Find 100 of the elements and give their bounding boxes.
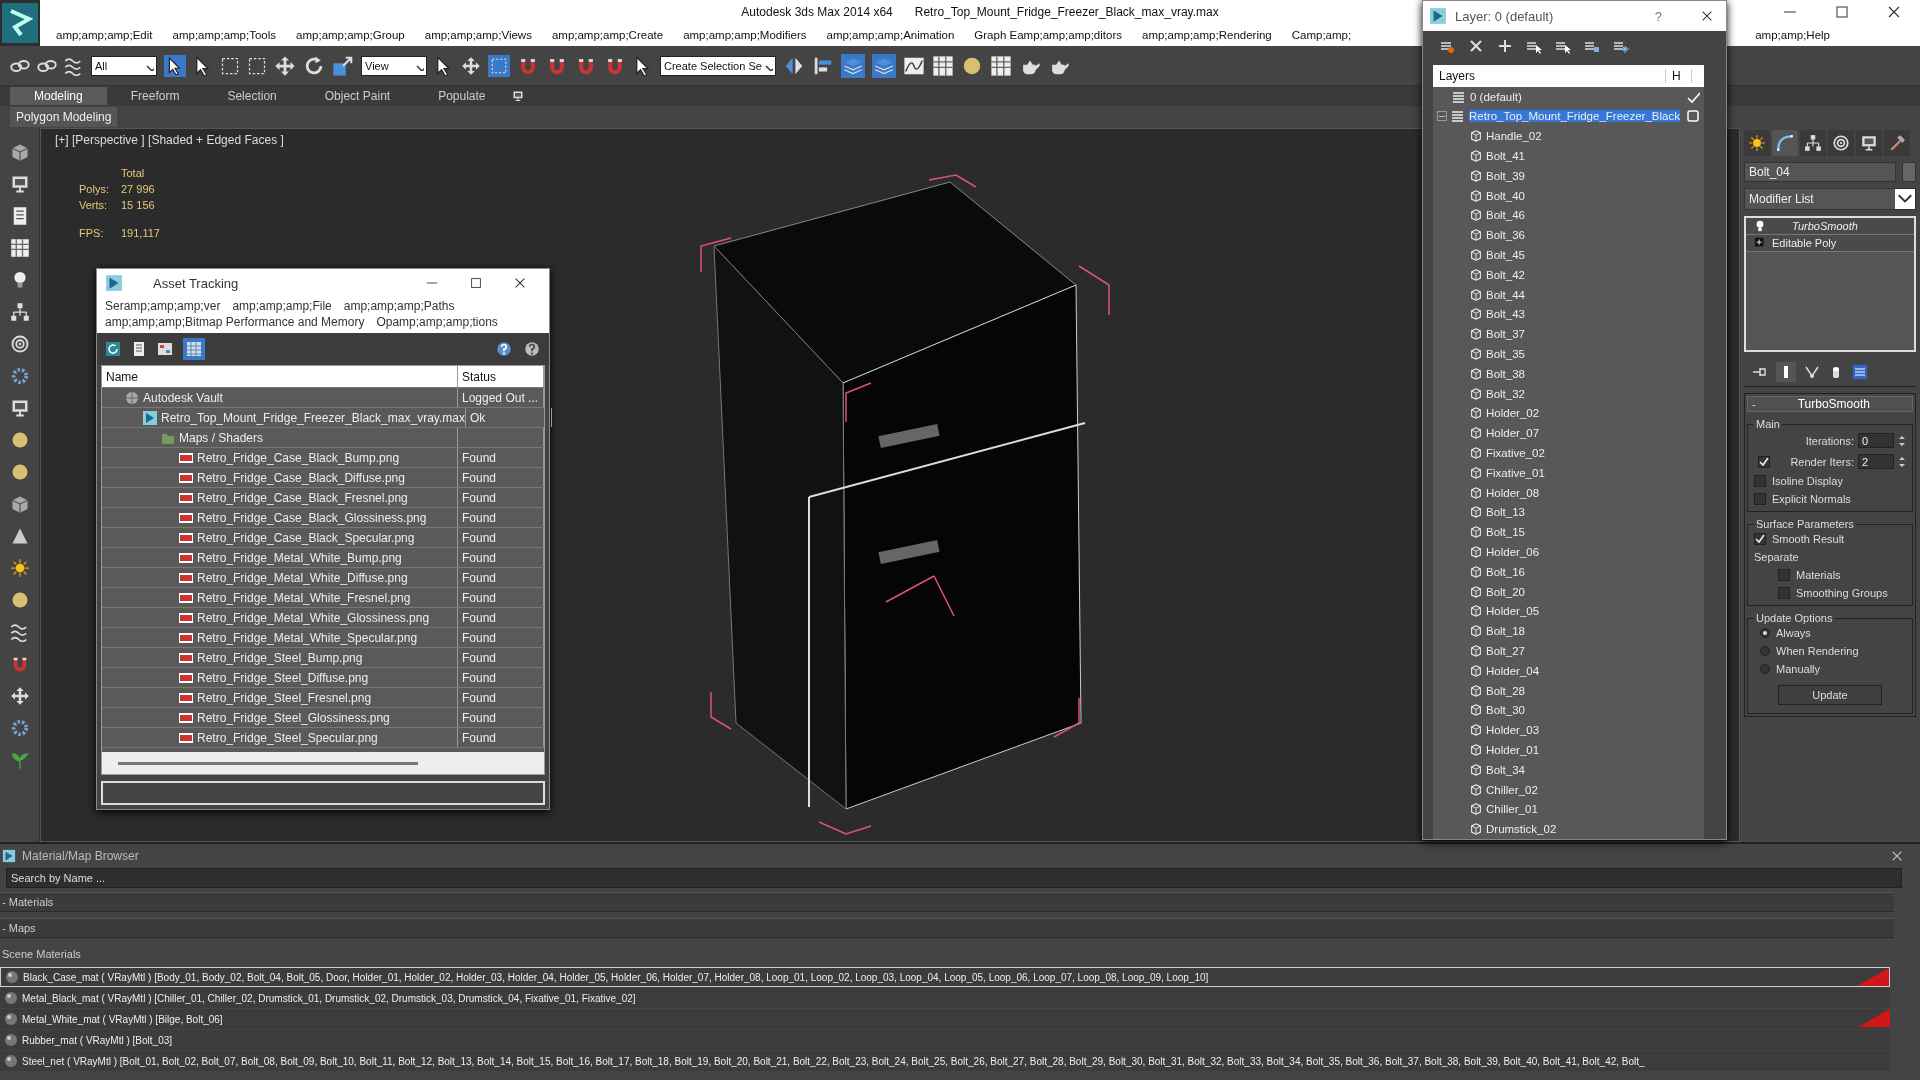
panel-tab[interactable] — [1856, 130, 1882, 156]
panel-tab[interactable] — [1772, 130, 1798, 156]
expand-icon[interactable] — [1754, 237, 1766, 249]
object-name[interactable]: Bolt_39 — [1486, 169, 1525, 182]
add-icon[interactable] — [1497, 38, 1513, 54]
asset-name[interactable]: Retro_Fridge_Metal_White_Diffuse.png — [197, 570, 408, 585]
object-name[interactable]: Fixative_01 — [1486, 466, 1545, 479]
object-name[interactable]: Bolt_42 — [1486, 268, 1525, 281]
radio-button[interactable] — [1760, 646, 1770, 656]
object-name[interactable]: Handle_02 — [1486, 130, 1542, 143]
object-name[interactable]: Bolt_36 — [1486, 229, 1525, 242]
radio-button[interactable] — [1760, 664, 1770, 674]
thumbnail-icon[interactable] — [157, 341, 173, 357]
close-icon[interactable] — [1700, 9, 1714, 23]
checkbox[interactable] — [1778, 587, 1790, 599]
plant-icon[interactable] — [9, 750, 30, 770]
object-color-swatch[interactable] — [1902, 162, 1916, 182]
object-name[interactable]: Drumstick_02 — [1486, 823, 1557, 836]
object-name[interactable]: Bolt_44 — [1486, 288, 1525, 301]
asset-name[interactable]: Maps / Shaders — [179, 430, 264, 445]
object-name[interactable]: Holder_01 — [1486, 743, 1540, 756]
spinner-arrows-icon[interactable] — [1898, 434, 1906, 447]
named-selection-dropdown[interactable]: Create Selection Se — [660, 55, 776, 76]
group-header[interactable]: - Maps — [0, 918, 1894, 938]
asset-name[interactable]: Autodesk Vault — [143, 390, 223, 405]
cube-icon[interactable] — [9, 142, 30, 162]
ribbon-tab[interactable]: Modeling — [10, 87, 107, 105]
column-header[interactable]: Name — [102, 366, 458, 387]
object-name[interactable]: Bolt_40 — [1486, 189, 1525, 202]
reference-coordinate-dropdown[interactable]: View — [361, 55, 427, 76]
material-row[interactable]: Rubber_mat ( VRayMtl ) [Bolt_03] — [0, 1030, 1890, 1050]
menu-item[interactable]: Opamp;amp;amp;tions — [376, 315, 498, 329]
asset-name[interactable]: Retro_Fridge_Metal_White_Fresnel.png — [197, 590, 411, 605]
checkbox[interactable] — [1778, 569, 1790, 581]
object-name[interactable]: Bolt_43 — [1486, 308, 1525, 321]
grid-icon[interactable] — [9, 238, 30, 258]
collapse-toggle[interactable] — [1437, 111, 1447, 122]
object-name[interactable]: Bolt_35 — [1486, 348, 1525, 361]
menu-item[interactable]: amp;amp;amp;Paths — [343, 299, 455, 313]
asset-name[interactable]: Retro_Fridge_Case_Black_Glossiness.png — [197, 510, 427, 525]
asset-name[interactable]: Retro_Fridge_Steel_Diffuse.png — [197, 670, 369, 685]
object-name[interactable]: Bolt_38 — [1486, 367, 1525, 380]
panel-tab[interactable] — [1800, 130, 1826, 156]
menu-item[interactable]: amp;amp;amp;Views — [414, 29, 542, 41]
object-name[interactable]: Holder_04 — [1486, 664, 1540, 677]
radio-button[interactable] — [1760, 628, 1770, 638]
group-header[interactable]: - Materials — [0, 892, 1894, 912]
selection-filter-dropdown[interactable]: All — [91, 55, 157, 76]
cube-icon[interactable] — [9, 494, 30, 514]
wave-icon[interactable] — [64, 55, 84, 76]
ribbon-toggle-button[interactable] — [872, 53, 896, 78]
modifier-list-dropdown[interactable]: Modifier List — [1744, 188, 1916, 210]
asset-name[interactable]: Retro_Top_Mount_Fridge_Freezer_Black_max_vray.max — [161, 410, 465, 425]
delete-icon[interactable] — [1468, 38, 1484, 54]
asset-name[interactable]: Retro_Fridge_Steel_Bump.png — [197, 650, 363, 665]
object-name[interactable]: Holder_03 — [1486, 724, 1540, 737]
material-row[interactable] — [0, 967, 1890, 987]
object-name[interactable]: Bolt_45 — [1486, 249, 1525, 262]
rotate-icon[interactable] — [303, 54, 325, 77]
checkbox[interactable] — [1754, 533, 1766, 545]
configure-icon[interactable] — [1852, 364, 1868, 380]
target-icon[interactable] — [9, 334, 30, 354]
scale-icon[interactable] — [332, 54, 354, 77]
object-name[interactable]: Bolt_13 — [1486, 506, 1525, 519]
help-button[interactable]: ? — [1654, 8, 1662, 24]
viewport-label[interactable]: [+] [Perspective ] [Shaded + Edged Faces ] — [55, 133, 284, 147]
sun-icon[interactable] — [9, 558, 30, 578]
selection-region-icon[interactable] — [247, 55, 267, 76]
gear-icon[interactable] — [9, 366, 30, 386]
table-view-button[interactable] — [183, 338, 205, 360]
object-name[interactable]: Holder_07 — [1486, 427, 1540, 440]
menu-item[interactable]: Seramp;amp;amp;ver — [105, 299, 221, 313]
hierarchy-icon[interactable] — [9, 302, 30, 322]
asset-name[interactable]: Retro_Fridge_Metal_White_Glossiness.png — [197, 610, 430, 625]
gear-icon[interactable] — [9, 718, 30, 738]
checkbox[interactable] — [1754, 493, 1766, 505]
panel-tab[interactable] — [1884, 130, 1910, 156]
asset-name[interactable]: Retro_Fridge_Steel_Glossiness.png — [197, 710, 390, 725]
move-icon[interactable] — [9, 686, 30, 706]
material-row[interactable]: Metal_Black_mat ( VRayMtl ) [Chiller_01, Chiller_02, Drumstick_01, Drumstick_02, Drumstick_03, Drumstick_04, Fixative_01, Fixative_02] — [0, 988, 1890, 1008]
render-iters-field[interactable]: 2 — [1858, 454, 1894, 469]
asset-name[interactable]: Retro_Fridge_Metal_White_Specular.png — [197, 630, 418, 645]
object-name[interactable]: Bolt_32 — [1486, 387, 1525, 400]
update-button[interactable]: Update — [1778, 685, 1882, 705]
menu-item[interactable]: amp;amp;amp;Bitmap Performance and Memory — [105, 315, 365, 329]
help-icon[interactable] — [523, 340, 541, 358]
ribbon-tab[interactable]: Selection — [203, 87, 301, 105]
maximize-icon[interactable] — [469, 276, 483, 290]
menu-item[interactable]: amp;amp;amp;Edit — [46, 29, 163, 41]
object-name[interactable]: Bolt_41 — [1486, 150, 1525, 163]
asset-name[interactable]: Retro_Fridge_Case_Black_Specular.png — [197, 530, 415, 545]
light-bulb-icon[interactable] — [1754, 220, 1766, 232]
object-name[interactable]: Bolt_28 — [1486, 684, 1525, 697]
object-name[interactable]: Bolt_27 — [1486, 645, 1525, 657]
object-name[interactable]: Bolt_34 — [1486, 763, 1525, 776]
column-header[interactable]: H — [1666, 68, 1692, 83]
panel-tab[interactable] — [1828, 130, 1854, 156]
menu-item[interactable]: amp;amp;amp;Animation — [816, 29, 965, 41]
checkbox[interactable] — [1758, 455, 1770, 468]
asset-name[interactable]: Retro_Fridge_Steel_Fresnel.png — [197, 690, 372, 705]
